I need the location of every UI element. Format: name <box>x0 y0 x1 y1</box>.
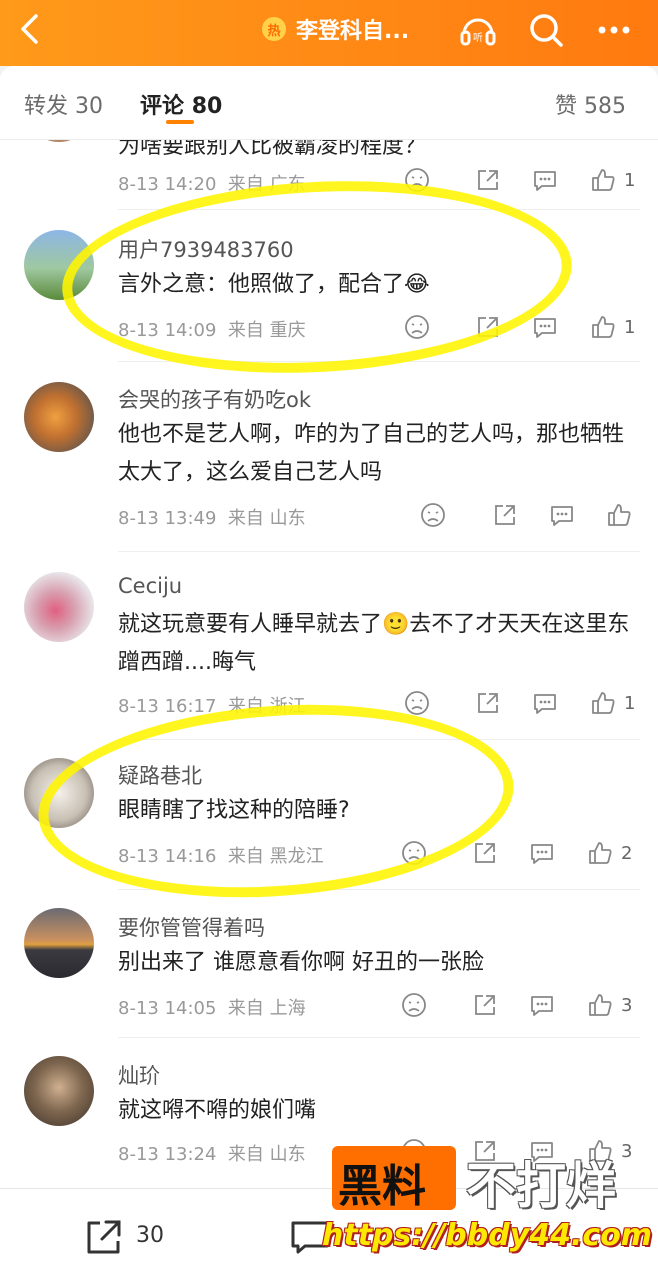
comment-text: 别出来了 谁愿意看你啊 好丑的一张脸 <box>118 950 484 975</box>
comment-item: Ceciju 就这玩意要有人睡早就去了🙂去不了才天天在这里东蹭西蹭....晦气 … <box>0 552 658 740</box>
dislike-icon[interactable] <box>401 840 427 866</box>
svg-text:听: 听 <box>473 32 483 44</box>
username[interactable]: Ceciju <box>118 574 182 598</box>
comment-item: 为啥要跟别人比被霸凌的程度？ 8-13 14:20 来自 广东 1 <box>0 140 658 210</box>
repost-icon[interactable] <box>84 1217 124 1257</box>
dislike-icon[interactable] <box>404 690 430 716</box>
avatar[interactable] <box>24 908 94 978</box>
comment-text: 他也不是艺人啊，咋的为了自己的艺人吗，那也牺牲太大了，这么爱自己艺人吗 <box>118 422 625 485</box>
comment-list[interactable]: 为啥要跟别人比被霸凌的程度？ 8-13 14:20 来自 广东 1 用户7939… <box>0 140 658 1186</box>
watermark-url: https://bbdy44.com <box>322 1218 653 1253</box>
like-icon[interactable] <box>606 502 632 528</box>
username[interactable]: 会哭的孩子有奶吃ok <box>118 384 311 414</box>
comment-meta: 8-13 13:49 来自 山东 <box>118 508 306 529</box>
reply-icon[interactable] <box>549 502 575 528</box>
dislike-icon[interactable] <box>404 314 430 340</box>
comment-meta: 8-13 14:20 来自 广东 <box>118 174 306 195</box>
avatar[interactable] <box>24 382 94 452</box>
comment-meta: 8-13 13:24 来自 山东 <box>118 1144 306 1165</box>
dislike-icon[interactable] <box>404 167 430 193</box>
topic-title[interactable]: 热 李登科自... <box>262 14 409 44</box>
dislike-icon[interactable] <box>420 502 446 528</box>
like-icon[interactable] <box>590 690 616 716</box>
active-tab-indicator <box>166 120 194 124</box>
tab-likes[interactable]: 赞 585 <box>555 88 626 120</box>
top-bar: 热 李登科自... 听 <box>0 0 658 66</box>
comments-panel: 转发 30 评论 80 赞 585 为啥要跟别人比被霸凌的程度？ 8-13 14… <box>0 66 658 1280</box>
hot-badge: 热 <box>262 17 286 41</box>
share-icon[interactable] <box>475 167 501 193</box>
comment-item: 用户7939483760 言外之意：他照做了，配合了😂 8-13 14:09 来… <box>0 210 658 362</box>
like-icon[interactable] <box>590 314 616 340</box>
more-icon[interactable] <box>594 10 634 50</box>
like-count: 1 <box>624 317 636 338</box>
comment-text: 为啥要跟别人比被霸凌的程度？ <box>118 140 427 159</box>
tab-reposts[interactable]: 转发 30 <box>24 88 103 120</box>
back-arrow-icon[interactable] <box>14 12 48 46</box>
username[interactable]: 用户7939483760 <box>118 234 294 264</box>
avatar[interactable] <box>24 572 94 642</box>
reply-icon[interactable] <box>532 167 558 193</box>
avatar[interactable] <box>24 1056 94 1126</box>
tab-comments[interactable]: 评论 80 <box>140 88 222 120</box>
like-icon[interactable] <box>587 840 613 866</box>
username[interactable]: 要你管管得着吗 <box>118 912 265 942</box>
reply-icon[interactable] <box>532 314 558 340</box>
like-count: 1 <box>624 693 636 714</box>
share-icon[interactable] <box>475 690 501 716</box>
share-icon[interactable] <box>472 840 498 866</box>
like-icon[interactable] <box>587 992 613 1018</box>
listen-icon[interactable]: 听 <box>458 10 498 50</box>
comment-item: 要你管管得着吗 别出来了 谁愿意看你啊 好丑的一张脸 8-13 14:05 来自… <box>0 890 658 1038</box>
watermark-text: 黑料 <box>338 1161 426 1212</box>
reply-icon[interactable] <box>532 690 558 716</box>
dislike-icon[interactable] <box>401 992 427 1018</box>
username[interactable]: 灿玠 <box>118 1060 160 1090</box>
reply-icon[interactable] <box>529 992 555 1018</box>
share-icon[interactable] <box>472 992 498 1018</box>
like-count: 1 <box>624 170 636 191</box>
comment-meta: 8-13 14:05 来自 上海 <box>118 998 306 1019</box>
page-title: 李登科自... <box>296 19 410 44</box>
comment-item: 会哭的孩子有奶吃ok 他也不是艺人啊，咋的为了自己的艺人吗，那也牺牲太大了，这么… <box>0 362 658 552</box>
avatar[interactable] <box>24 230 94 300</box>
like-count: 2 <box>621 843 633 864</box>
tab-bar: 转发 30 评论 80 赞 585 <box>0 66 658 140</box>
comment-meta: 8-13 16:17 来自 浙江 <box>118 696 306 717</box>
username[interactable]: 疑路巷北 <box>118 760 202 790</box>
comment-text: 言外之意：他照做了，配合了😂 <box>118 272 430 297</box>
watermark: 黑料 不打烊 https://bbdy44.com <box>322 1146 652 1266</box>
comment-text: 就这玩意要有人睡早就去了🙂去不了才天天在这里东蹭西蹭....晦气 <box>118 612 630 675</box>
repost-count: 30 <box>136 1223 164 1248</box>
comment-text: 眼睛瞎了找这种的陪睡? <box>118 798 350 823</box>
avatar[interactable] <box>24 140 94 142</box>
comment-meta: 8-13 14:16 来自 黑龙江 <box>118 846 324 867</box>
share-icon[interactable] <box>475 314 501 340</box>
comment-text: 就这嘚不嘚的娘们嘴 <box>118 1098 317 1123</box>
avatar[interactable] <box>24 758 94 828</box>
reply-icon[interactable] <box>529 840 555 866</box>
comment-meta: 8-13 14:09 来自 重庆 <box>118 320 306 341</box>
like-icon[interactable] <box>590 167 616 193</box>
comment-item: 疑路巷北 眼睛瞎了找这种的陪睡? 8-13 14:16 来自 黑龙江 2 <box>0 740 658 890</box>
watermark-text: 不打烊 <box>466 1157 616 1215</box>
search-icon[interactable] <box>526 10 566 50</box>
like-count: 3 <box>621 995 633 1016</box>
share-icon[interactable] <box>492 502 518 528</box>
